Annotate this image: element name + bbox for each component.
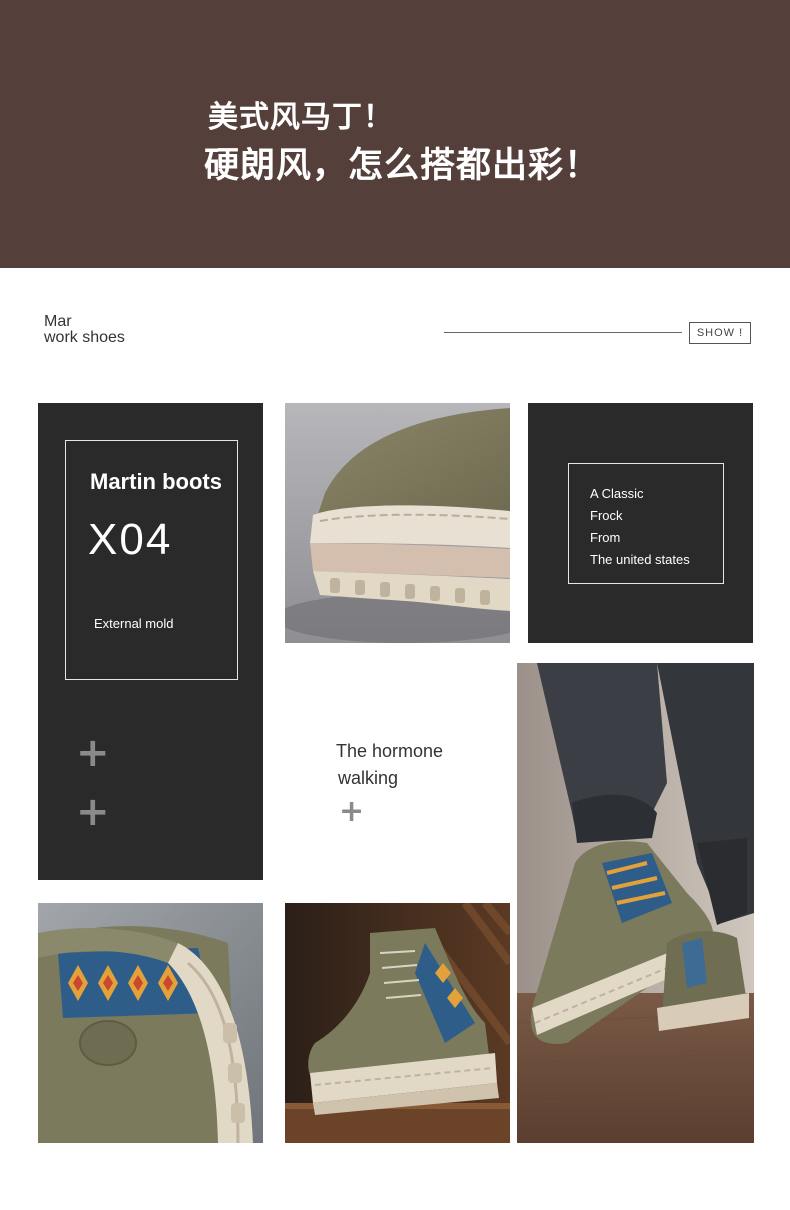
section-tag-line2: work shoes xyxy=(44,329,125,346)
photo-pattern-closeup xyxy=(38,903,263,1143)
hormone-line-2: walking xyxy=(338,768,399,788)
top-banner: 美式风马丁！ 硬朗风，怎么搭都出彩！ xyxy=(0,0,790,268)
photo-boot-on-wood xyxy=(285,903,510,1143)
classic-line-3: From xyxy=(590,530,621,545)
plus-icon: + xyxy=(76,789,110,835)
classic-text: A Classic Frock From The united states xyxy=(590,483,690,571)
banner-headline-1: 美式风马丁！ xyxy=(208,100,394,135)
classic-line-1: A Classic xyxy=(590,486,644,501)
plus-icon: + xyxy=(76,730,110,776)
section-tag: Mar work shoes xyxy=(44,314,125,346)
hormone-walking-text: The hormone walking xyxy=(336,738,443,792)
section-tag-line1: Mar xyxy=(44,313,72,330)
photo-model-wearing-boots xyxy=(517,663,754,1143)
hormone-line-1: The hormone xyxy=(336,741,444,761)
product-model: X04 xyxy=(88,515,173,564)
show-label-box: SHOW ! xyxy=(689,322,751,344)
product-title: Martin boots xyxy=(90,469,222,494)
martin-boots-panel: Martin boots X04 External mold + + xyxy=(38,403,263,880)
classic-line-2: Frock xyxy=(590,508,623,523)
product-caption: External mold xyxy=(94,616,174,631)
banner-headline-2: 硬朗风，怎么搭都出彩！ xyxy=(204,146,601,186)
classic-line-4: The united states xyxy=(590,552,690,567)
classic-frock-panel: A Classic Frock From The united states xyxy=(528,403,753,643)
section-divider xyxy=(444,332,682,333)
photo-sole-closeup xyxy=(285,403,510,643)
plus-icon: + xyxy=(339,794,365,829)
